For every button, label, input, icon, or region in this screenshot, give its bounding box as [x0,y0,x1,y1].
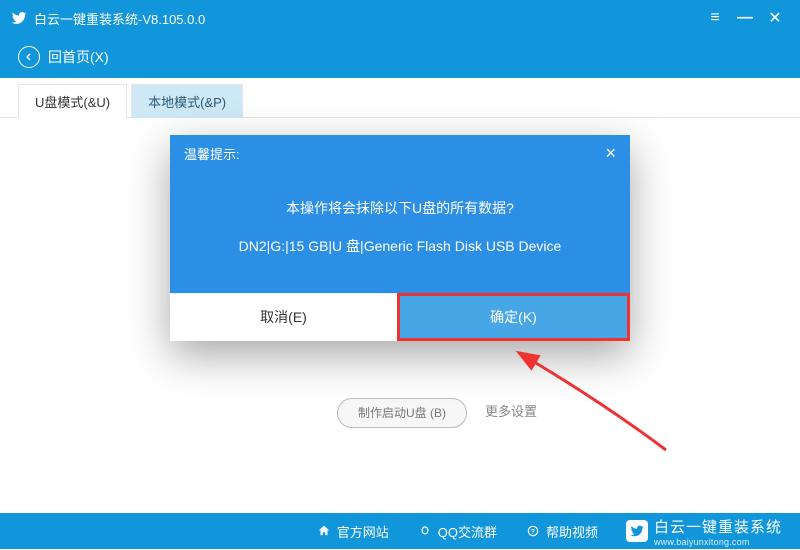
qq-group-link[interactable]: QQ交流群 [417,522,497,541]
app-logo-icon [10,9,28,27]
svg-text:?: ? [531,528,535,535]
dialog-buttons: 取消(E) 确定(K) [170,293,630,341]
footer-bar: 官方网站 QQ交流群 ? 帮助视频 白云一键重装系统 www.baiyunxit… [0,513,800,549]
brand-logo-icon [626,520,648,542]
make-boot-usb-button[interactable]: 制作启动U盘 (B) [337,398,467,428]
confirm-dialog: 温馨提示: × 本操作将会抹除以下U盘的所有数据? DN2|G:|15 GB|U… [170,135,630,341]
qq-group-label: QQ交流群 [438,522,497,541]
dialog-title: 温馨提示: [184,144,240,163]
qq-icon [417,523,433,539]
tab-local-mode[interactable]: 本地模式(&P) [131,84,243,118]
brand-url: www.baiyunxitong.com [654,537,782,547]
ok-button[interactable]: 确定(K) [397,293,630,341]
app-title: 白云一键重装系统-V8.105.0.0 [34,9,700,28]
dialog-close-icon[interactable]: × [605,143,616,164]
home-icon [316,523,332,539]
tab-usb-mode[interactable]: U盘模式(&U) [18,84,127,118]
tab-bar: U盘模式(&U) 本地模式(&P) [0,78,800,118]
cancel-button[interactable]: 取消(E) [170,293,397,341]
close-button[interactable]: ✕ [760,8,790,28]
back-icon[interactable] [18,46,40,68]
footer-brand: 白云一键重装系统 www.baiyunxitong.com [626,516,782,547]
help-video-label: 帮助视频 [546,522,598,541]
brand-name: 白云一键重装系统 [654,516,782,537]
official-site-link[interactable]: 官方网站 [316,522,389,541]
dialog-device-info: DN2|G:|15 GB|U 盘|Generic Flash Disk USB … [190,235,610,259]
dialog-header: 温馨提示: × [170,135,630,171]
dialog-body: 本操作将会抹除以下U盘的所有数据? DN2|G:|15 GB|U 盘|Gener… [170,171,630,293]
back-home-link[interactable]: 回首页(X) [48,47,109,67]
minimize-button[interactable]: — [730,9,760,27]
help-video-link[interactable]: ? 帮助视频 [525,522,598,541]
menu-button[interactable]: ≡ [700,9,730,27]
dialog-warning-text: 本操作将会抹除以下U盘的所有数据? [190,197,610,221]
help-icon: ? [525,523,541,539]
title-bar: 白云一键重装系统-V8.105.0.0 ≡ — ✕ [0,0,800,36]
more-settings-link[interactable]: 更多设置 [485,401,537,420]
official-site-label: 官方网站 [337,522,389,541]
nav-bar: 回首页(X) [0,36,800,78]
